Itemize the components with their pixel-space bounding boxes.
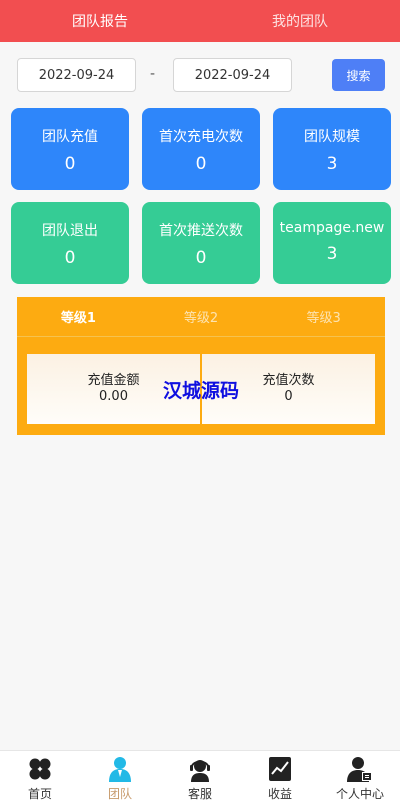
home-icon (29, 758, 51, 780)
support-icon (190, 760, 210, 782)
stat-card-new-members: teampage.new 3 (273, 202, 391, 284)
tab-level-3[interactable]: 等级3 (262, 297, 385, 336)
stat-value: 3 (326, 244, 338, 264)
stat-value: 0 (195, 154, 207, 174)
team-icon (109, 757, 131, 782)
nav-label: 客服 (187, 787, 212, 801)
bottom-nav: 首页 团队 客服 收益 个人中心 (0, 750, 400, 802)
nav-item-team[interactable]: 团队 (80, 751, 160, 802)
level-tab-bar: 等级1 等级2 等级3 (17, 297, 385, 337)
recharge-amount-label: 充值金额 (87, 373, 140, 388)
recharge-count-value: 0 (284, 389, 293, 404)
stat-card-team-withdraw: 团队退出 0 (11, 202, 129, 284)
stat-label: 团队退出 (42, 223, 98, 239)
stat-label: teampage.new (279, 220, 385, 236)
nav-label: 团队 (107, 787, 132, 801)
stat-label: 首次推送次数 (159, 223, 243, 239)
tab-my-team[interactable]: 我的团队 (200, 0, 400, 42)
earnings-icon (269, 757, 291, 781)
tab-level-2[interactable]: 等级2 (140, 297, 263, 336)
start-date-input[interactable] (17, 58, 136, 92)
recharge-count: 充值次数 0 (202, 354, 375, 424)
date-separator: - (150, 66, 156, 82)
recharge-count-label: 充值次数 (262, 373, 315, 388)
nav-item-profile[interactable]: 个人中心 (320, 751, 400, 802)
level-summary: 充值金额 0.00 充值次数 0 汉城源码 (27, 354, 375, 424)
level-panel: 等级1 等级2 等级3 充值金额 0.00 充值次数 0 汉城源码 (17, 297, 385, 435)
end-date-input[interactable] (173, 58, 292, 92)
stat-card-first-recharge-count: 首次充电次数 0 (142, 108, 260, 190)
stat-label: 团队充值 (42, 129, 98, 145)
nav-label: 收益 (267, 787, 292, 801)
nav-item-home[interactable]: 首页 (0, 751, 80, 802)
stat-card-first-push-count: 首次推送次数 0 (142, 202, 260, 284)
recharge-amount-value: 0.00 (99, 389, 128, 404)
stat-label: 团队规模 (304, 129, 360, 145)
nav-item-earnings[interactable]: 收益 (240, 751, 320, 802)
nav-label: 个人中心 (335, 787, 384, 801)
recharge-amount: 充值金额 0.00 (27, 354, 200, 424)
stat-card-team-size: 团队规模 3 (273, 108, 391, 190)
tab-level-1[interactable]: 等级1 (17, 297, 140, 336)
stat-card-team-recharge: 团队充值 0 (11, 108, 129, 190)
search-button[interactable]: 搜索 (332, 59, 385, 91)
nav-label: 首页 (27, 787, 52, 801)
profile-icon (347, 757, 372, 782)
date-filter: - 搜索 (0, 58, 400, 92)
stat-value: 3 (326, 154, 338, 174)
stat-label: 首次充电次数 (159, 129, 243, 145)
stat-value: 0 (64, 154, 76, 174)
top-tab-bar: 团队报告 我的团队 (0, 0, 400, 42)
stat-value: 0 (64, 248, 76, 268)
tab-team-report[interactable]: 团队报告 (0, 0, 200, 42)
nav-item-support[interactable]: 客服 (160, 751, 240, 802)
stat-value: 0 (195, 248, 207, 268)
